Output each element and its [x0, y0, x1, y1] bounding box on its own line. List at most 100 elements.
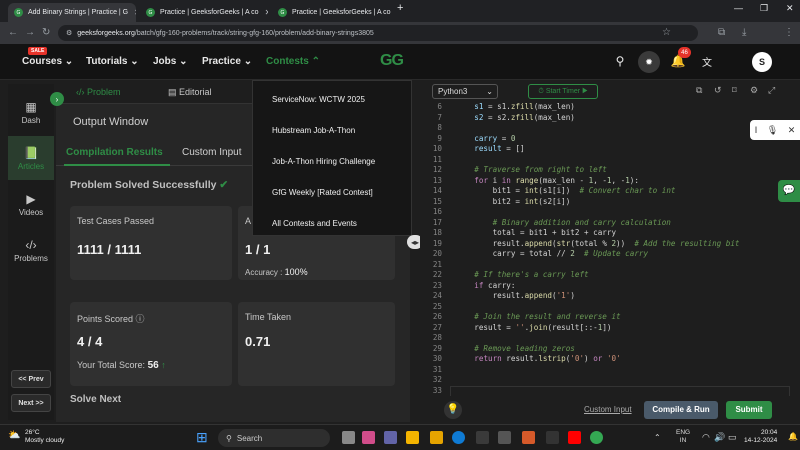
nav-practice[interactable]: Practice ⌄ [202, 56, 252, 67]
sidebar-item-problems[interactable]: ‹/› Problems [8, 238, 54, 263]
close-icon[interactable]: ✕ [128, 8, 136, 17]
settings-gear-icon[interactable]: ⚙ [750, 85, 758, 96]
windows-taskbar: ⛅ 26°C Mostly cloudy ⊞ ⚲ Search ⌃ ENG IN … [0, 424, 800, 450]
menu-item-contest[interactable]: Hubstream Job-A-Thon [272, 126, 355, 135]
app-icon[interactable] [546, 431, 559, 444]
windows-start-icon[interactable]: ⊞ [196, 429, 208, 446]
bookmark-star-icon[interactable]: ☆ [662, 27, 671, 38]
gfg-favicon-icon: G [146, 8, 155, 17]
menu-item-all-contests[interactable]: All Contests and Events [272, 219, 357, 228]
browser-tab[interactable]: G Add Binary Strings | Practice | G ✕ [8, 3, 136, 22]
solve-next-heading: Solve Next [70, 394, 122, 405]
language-indicator[interactable]: ENG IN [676, 429, 690, 445]
reload-icon[interactable]: ↻ [42, 27, 50, 38]
window-close-icon[interactable]: ✕ [786, 3, 794, 14]
chrome-icon[interactable] [590, 431, 603, 444]
info-icon[interactable]: ⓘ [136, 314, 145, 324]
sidebar-item-dash[interactable]: ▦ Dash [8, 100, 54, 125]
close-icon[interactable]: ✕ [788, 125, 796, 136]
copilot-icon[interactable] [362, 431, 375, 444]
battery-icon[interactable]: ▭ [728, 432, 737, 443]
menu-item-contest[interactable]: Job-A-Thon Hiring Challenge [272, 157, 375, 166]
start-timer-button[interactable]: ⏱ Start Timer ▶ [528, 84, 598, 99]
play-icon: ▶ [582, 88, 588, 95]
taskbar-search[interactable]: ⚲ Search [218, 429, 330, 447]
copy-icon[interactable]: ⧉ [696, 85, 702, 96]
line-number: 26 [432, 312, 442, 321]
nav-tutorials[interactable]: Tutorials ⌄ [86, 56, 139, 67]
dell-icon[interactable] [498, 431, 511, 444]
reset-icon[interactable]: ↺ [714, 85, 722, 96]
maximize-icon[interactable]: ❐ [760, 3, 768, 14]
translate-icon[interactable]: 文 [700, 54, 714, 69]
browser-tab-bar: G Add Binary Strings | Practice | G ✕ G … [0, 0, 800, 22]
extensions-icon[interactable]: ⧉ [718, 27, 725, 38]
theme-toggle-icon[interactable]: ✹ [638, 51, 660, 73]
timer-icon: ⏱ [538, 88, 544, 95]
nav-contests[interactable]: Contests ⌃ [266, 56, 320, 67]
search-icon: ⚲ [226, 433, 232, 443]
expand-panel-icon[interactable]: › [50, 92, 64, 106]
tab-custom-input[interactable]: Custom Input [182, 147, 241, 158]
menu-item-contest[interactable]: ServiceNow: WCTW 2025 [272, 95, 365, 104]
tab-problem[interactable]: ‹/› Problem [76, 87, 121, 97]
bookmark-icon[interactable]: ⌑ [732, 85, 737, 96]
site-info-icon[interactable]: ⚙ [66, 29, 72, 37]
weather-widget[interactable]: 26°C Mostly cloudy [25, 429, 64, 445]
notification-bell-icon[interactable]: 🔔 [788, 432, 798, 441]
office-icon[interactable] [522, 431, 535, 444]
close-icon[interactable]: ✕ [259, 8, 268, 17]
volume-icon[interactable]: 🔊 [714, 432, 725, 443]
nav-courses[interactable]: Courses ⌄ [22, 56, 73, 67]
file-explorer-icon[interactable] [406, 431, 419, 444]
tab-editorial[interactable]: ▤ Editorial [168, 87, 212, 98]
chat-icon[interactable]: 💬 [778, 180, 800, 202]
tray-chevron-up-icon[interactable]: ⌃ [654, 433, 661, 442]
custom-input-link[interactable]: Custom Input [584, 405, 632, 414]
microphone-icon[interactable]: 🎙 [767, 125, 778, 136]
text-cursor-icon[interactable]: I [755, 125, 758, 135]
url-input[interactable]: ⚙ geeksforgeeks.org /batch/gfg-160-probl… [58, 25, 698, 41]
fullscreen-icon[interactable]: ⤢ [768, 85, 775, 96]
close-icon[interactable]: ✕ [391, 8, 396, 17]
clock[interactable]: 20:04 14-12-2024 [744, 429, 777, 445]
sidebar-item-articles[interactable]: 📗 Articles [8, 136, 54, 180]
menu-item-contest[interactable]: GfG Weekly [Rated Contest] [272, 188, 373, 197]
next-button[interactable]: Next >> [11, 394, 51, 412]
gfg-logo[interactable]: GG [380, 52, 404, 70]
store-icon[interactable] [476, 431, 489, 444]
teams-icon[interactable] [384, 431, 397, 444]
minimize-icon[interactable]: — [734, 3, 743, 13]
compile-run-button[interactable]: Compile & Run [644, 401, 718, 419]
chevron-down-icon: ⌄ [64, 56, 74, 67]
tab-compilation-results[interactable]: Compilation Results [66, 147, 163, 158]
code-area[interactable]: 6 7 8 9 10 11 12 13 14 15 16 17 18 19 20 21 22 23 24 25 26 27… [420, 102, 800, 396]
code-editor-panel: Python3 ⌄ ⏱ Start Timer ▶ ⧉ ↺ ⌑ ⚙ ⤢ 67891… [420, 80, 800, 422]
wifi-icon[interactable]: ◠ [702, 432, 710, 443]
line-number: 16 [432, 207, 442, 216]
back-icon[interactable]: ← [8, 27, 18, 38]
lightbulb-icon[interactable]: 💡 [444, 401, 462, 419]
prev-button[interactable]: << Prev [11, 370, 51, 388]
output-window-title: Output Window [73, 116, 149, 128]
browser-tab[interactable]: G Practice | GeeksforGeeks | A co ✕ [272, 3, 396, 22]
weather-icon[interactable]: ⛅ [8, 430, 20, 441]
forward-icon[interactable]: → [25, 27, 35, 38]
youtube-icon[interactable] [568, 431, 581, 444]
notification-count-badge: 46 [678, 47, 691, 58]
user-avatar[interactable]: S [752, 52, 772, 72]
new-tab-button[interactable]: + [397, 2, 403, 14]
panel-divider[interactable] [412, 80, 418, 422]
download-icon[interactable]: ⤓ [742, 27, 746, 38]
line-number: 25 [432, 301, 442, 311]
search-icon[interactable]: ⚲ [612, 53, 628, 69]
edge-icon[interactable] [452, 431, 465, 444]
menu-kebab-icon[interactable]: ⋮ [784, 27, 794, 38]
folder-icon[interactable] [430, 431, 443, 444]
task-view-icon[interactable] [342, 431, 355, 444]
language-select[interactable]: Python3 ⌄ [432, 84, 498, 99]
sidebar-item-videos[interactable]: ▶ Videos [8, 192, 54, 217]
nav-jobs[interactable]: Jobs ⌄ [153, 56, 188, 67]
submit-button[interactable]: Submit [726, 401, 772, 419]
browser-tab[interactable]: G Practice | GeeksforGeeks | A co ✕ [140, 3, 268, 22]
